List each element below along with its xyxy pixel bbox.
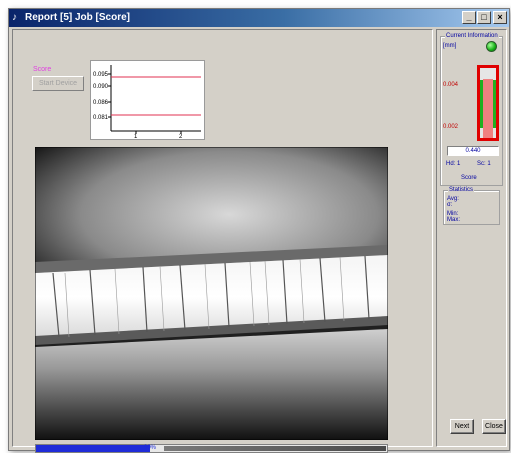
- next-button[interactable]: Next: [450, 419, 474, 434]
- title-bar[interactable]: ♪ Report [5] Job [Score] _ □ ×: [9, 9, 509, 27]
- sc-readout: Sc: 1: [477, 161, 491, 167]
- hd-readout: Hd: 1: [446, 161, 460, 167]
- main-panel: Score Start Device 0.095 0.090 0.086 0.0…: [12, 29, 433, 453]
- gauge-level-fill: [483, 78, 493, 138]
- gauge-scale-top: 0.004: [443, 82, 459, 88]
- camera-image: [35, 147, 388, 440]
- current-value-field: 0.440: [447, 146, 499, 156]
- x-tick-label: 2: [179, 134, 183, 139]
- start-device-button[interactable]: Start Device: [32, 76, 84, 91]
- close-button[interactable]: Close: [482, 419, 506, 434]
- gauge-tolerance-band: [493, 80, 496, 128]
- gauge-scale-bottom: 0.002: [443, 124, 459, 130]
- sc-value: 1: [487, 161, 491, 167]
- camera-image-view[interactable]: [35, 147, 388, 440]
- sigma-label: σ:: [447, 202, 453, 208]
- score-trend-chart: 0.095 0.090 0.086 0.081 1 2: [90, 60, 205, 140]
- hd-label: Hd:: [446, 161, 456, 167]
- current-information-group: Current Information [mm] 0.004 0.002 0.4…: [440, 32, 503, 186]
- maximize-button[interactable]: □: [477, 11, 491, 24]
- statistics-group: Statistics Avg: σ: Min: Max:: [443, 186, 500, 225]
- window-title: Report [5] Job [Score]: [25, 12, 131, 23]
- x-tick-label: 1: [134, 134, 138, 139]
- tolerance-gauge: [477, 65, 499, 141]
- y-tick-label: 0.095: [93, 72, 109, 78]
- current-score-label: Score: [461, 175, 477, 181]
- score-label: Score: [33, 66, 52, 73]
- max-label: Max:: [447, 217, 461, 223]
- right-panel: Current Information [mm] 0.004 0.002 0.4…: [436, 29, 507, 447]
- y-tick-label: 0.086: [93, 100, 109, 106]
- progress-remaining: [164, 446, 386, 451]
- statistics-label: Statistics: [448, 186, 475, 194]
- progress-fill: [36, 445, 150, 452]
- window-close-button[interactable]: ×: [493, 11, 507, 24]
- y-tick-label: 0.081: [93, 115, 109, 121]
- current-information-label: Current Information: [445, 32, 499, 40]
- y-tick-label: 0.090: [93, 84, 109, 90]
- report-app-icon: ♪: [12, 12, 17, 23]
- sc-label: Sc:: [477, 161, 486, 167]
- hd-value: 1: [457, 161, 461, 167]
- minimize-button[interactable]: _: [462, 11, 476, 24]
- status-led-icon: [486, 41, 497, 52]
- report-window: ♪ Report [5] Job [Score] _ □ × Score Sta…: [8, 8, 510, 453]
- unit-label: [mm]: [443, 43, 457, 49]
